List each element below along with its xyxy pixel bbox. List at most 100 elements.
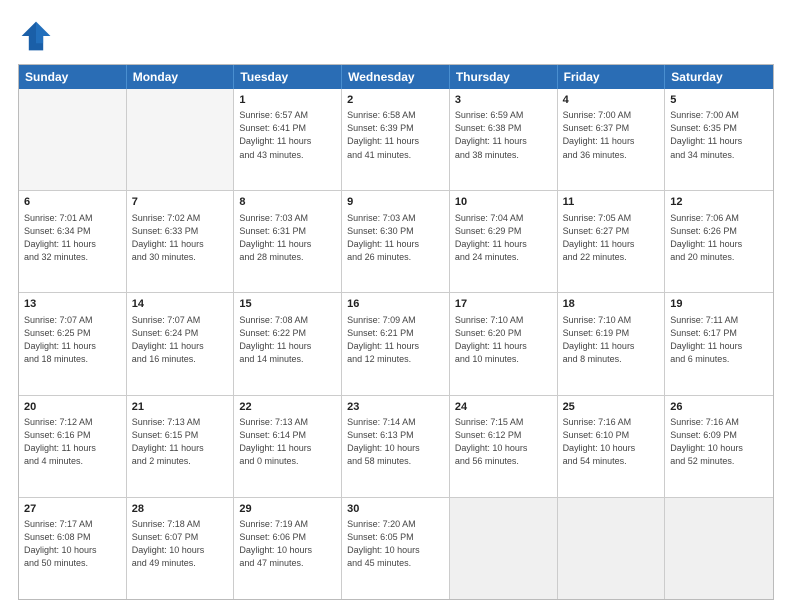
calendar-cell: 7Sunrise: 7:02 AM Sunset: 6:33 PM Daylig…: [127, 191, 235, 292]
day-detail: Sunrise: 7:10 AM Sunset: 6:20 PM Dayligh…: [455, 314, 552, 366]
day-number: 14: [132, 297, 229, 312]
calendar-cell: 12 Sunrise: 7:06 AM Sunset: 6:26 PM Dayli…: [665, 191, 773, 292]
day-number: 3: [455, 93, 552, 108]
calendar-cell: 30Sunrise: 7:20 AM Sunset: 6:05 PM Dayli…: [342, 498, 450, 599]
day-detail: Sunrise: 7:11 AM Sunset: 6:17 PM Dayligh…: [670, 314, 768, 366]
calendar-header-cell: Monday: [127, 65, 235, 89]
calendar-cell: 5Sunrise: 7:00 AM Sunset: 6:35 PM Daylig…: [665, 89, 773, 190]
day-detail: Sunrise: 7:03 AM Sunset: 6:30 PM Dayligh…: [347, 212, 444, 264]
day-number: 19: [670, 297, 768, 312]
calendar-cell: 22Sunrise: 7:13 AM Sunset: 6:14 PM Dayli…: [234, 396, 342, 497]
calendar-cell: 4Sunrise: 7:00 AM Sunset: 6:37 PM Daylig…: [558, 89, 666, 190]
day-detail: Sunrise: 7:14 AM Sunset: 6:13 PM Dayligh…: [347, 416, 444, 468]
day-number: 9: [347, 195, 444, 210]
day-detail: Sunrise: 7:13 AM Sunset: 6:14 PM Dayligh…: [239, 416, 336, 468]
calendar-cell: [558, 498, 666, 599]
calendar-cell: 21Sunrise: 7:13 AM Sunset: 6:15 PM Dayli…: [127, 396, 235, 497]
day-detail: Sunrise: 7:20 AM Sunset: 6:05 PM Dayligh…: [347, 518, 444, 570]
day-detail: Sunrise: 7:16 AM Sunset: 6:10 PM Dayligh…: [563, 416, 660, 468]
day-number: 1: [239, 93, 336, 108]
calendar-row: 13 Sunrise: 7:07 AM Sunset: 6:25 PM Dayli…: [19, 292, 773, 394]
calendar-cell: [127, 89, 235, 190]
day-detail: Sunrise: 7:01 AM Sunset: 6:34 PM Dayligh…: [24, 212, 121, 264]
day-number: 2: [347, 93, 444, 108]
calendar-body: 1Sunrise: 6:57 AM Sunset: 6:41 PM Daylig…: [19, 89, 773, 599]
day-number: 8: [239, 195, 336, 210]
calendar-cell: [450, 498, 558, 599]
day-number: 27: [24, 502, 121, 517]
day-detail: Sunrise: 7:16 AM Sunset: 6:09 PM Dayligh…: [670, 416, 768, 468]
calendar-header-cell: Thursday: [450, 65, 558, 89]
calendar-cell: 17Sunrise: 7:10 AM Sunset: 6:20 PM Dayli…: [450, 293, 558, 394]
calendar-cell: 26Sunrise: 7:16 AM Sunset: 6:09 PM Dayli…: [665, 396, 773, 497]
calendar-cell: 11 Sunrise: 7:05 AM Sunset: 6:27 PM Dayli…: [558, 191, 666, 292]
calendar-cell: 20Sunrise: 7:12 AM Sunset: 6:16 PM Dayli…: [19, 396, 127, 497]
day-number: 11: [563, 195, 660, 210]
day-detail: Sunrise: 7:13 AM Sunset: 6:15 PM Dayligh…: [132, 416, 229, 468]
day-number: 30: [347, 502, 444, 517]
day-detail: Sunrise: 7:12 AM Sunset: 6:16 PM Dayligh…: [24, 416, 121, 468]
day-detail: Sunrise: 7:05 AM Sunset: 6:27 PM Dayligh…: [563, 212, 660, 264]
day-number: 16: [347, 297, 444, 312]
logo-icon: [18, 18, 54, 54]
day-detail: Sunrise: 7:02 AM Sunset: 6:33 PM Dayligh…: [132, 212, 229, 264]
page: SundayMondayTuesdayWednesdayThursdayFrid…: [0, 0, 792, 612]
day-number: 25: [563, 400, 660, 415]
calendar-header-cell: Saturday: [665, 65, 773, 89]
day-number: 15: [239, 297, 336, 312]
calendar-cell: 25Sunrise: 7:16 AM Sunset: 6:10 PM Dayli…: [558, 396, 666, 497]
day-detail: Sunrise: 7:00 AM Sunset: 6:35 PM Dayligh…: [670, 109, 768, 161]
day-detail: Sunrise: 7:18 AM Sunset: 6:07 PM Dayligh…: [132, 518, 229, 570]
day-number: 22: [239, 400, 336, 415]
calendar-cell: 14Sunrise: 7:07 AM Sunset: 6:24 PM Dayli…: [127, 293, 235, 394]
calendar-cell: 9 Sunrise: 7:03 AM Sunset: 6:30 PM Daylig…: [342, 191, 450, 292]
day-detail: Sunrise: 7:07 AM Sunset: 6:25 PM Dayligh…: [24, 314, 121, 366]
day-number: 12: [670, 195, 768, 210]
day-number: 5: [670, 93, 768, 108]
day-detail: Sunrise: 7:04 AM Sunset: 6:29 PM Dayligh…: [455, 212, 552, 264]
day-detail: Sunrise: 6:57 AM Sunset: 6:41 PM Dayligh…: [239, 109, 336, 161]
day-number: 26: [670, 400, 768, 415]
day-number: 10: [455, 195, 552, 210]
day-number: 4: [563, 93, 660, 108]
logo: [18, 18, 60, 54]
day-number: 18: [563, 297, 660, 312]
calendar-cell: [19, 89, 127, 190]
calendar-cell: 8Sunrise: 7:03 AM Sunset: 6:31 PM Daylig…: [234, 191, 342, 292]
calendar-cell: 6 Sunrise: 7:01 AM Sunset: 6:34 PM Daylig…: [19, 191, 127, 292]
day-detail: Sunrise: 7:19 AM Sunset: 6:06 PM Dayligh…: [239, 518, 336, 570]
calendar-cell: 1Sunrise: 6:57 AM Sunset: 6:41 PM Daylig…: [234, 89, 342, 190]
calendar-header-cell: Tuesday: [234, 65, 342, 89]
day-number: 23: [347, 400, 444, 415]
calendar-header-row: SundayMondayTuesdayWednesdayThursdayFrid…: [19, 65, 773, 89]
day-detail: Sunrise: 7:06 AM Sunset: 6:26 PM Dayligh…: [670, 212, 768, 264]
day-detail: Sunrise: 7:09 AM Sunset: 6:21 PM Dayligh…: [347, 314, 444, 366]
header: [18, 18, 774, 54]
day-number: 24: [455, 400, 552, 415]
day-detail: Sunrise: 7:15 AM Sunset: 6:12 PM Dayligh…: [455, 416, 552, 468]
day-detail: Sunrise: 7:00 AM Sunset: 6:37 PM Dayligh…: [563, 109, 660, 161]
day-detail: Sunrise: 7:08 AM Sunset: 6:22 PM Dayligh…: [239, 314, 336, 366]
calendar-cell: 29Sunrise: 7:19 AM Sunset: 6:06 PM Dayli…: [234, 498, 342, 599]
calendar-cell: 19 Sunrise: 7:11 AM Sunset: 6:17 PM Dayli…: [665, 293, 773, 394]
calendar-cell: 2Sunrise: 6:58 AM Sunset: 6:39 PM Daylig…: [342, 89, 450, 190]
day-detail: Sunrise: 6:59 AM Sunset: 6:38 PM Dayligh…: [455, 109, 552, 161]
day-detail: Sunrise: 6:58 AM Sunset: 6:39 PM Dayligh…: [347, 109, 444, 161]
day-number: 6: [24, 195, 121, 210]
calendar-cell: 15 Sunrise: 7:08 AM Sunset: 6:22 PM Dayli…: [234, 293, 342, 394]
calendar-cell: 10 Sunrise: 7:04 AM Sunset: 6:29 PM Dayli…: [450, 191, 558, 292]
calendar-cell: 27Sunrise: 7:17 AM Sunset: 6:08 PM Dayli…: [19, 498, 127, 599]
calendar-cell: 13 Sunrise: 7:07 AM Sunset: 6:25 PM Dayli…: [19, 293, 127, 394]
calendar-header-cell: Friday: [558, 65, 666, 89]
calendar-header-cell: Wednesday: [342, 65, 450, 89]
calendar-cell: 3Sunrise: 6:59 AM Sunset: 6:38 PM Daylig…: [450, 89, 558, 190]
day-number: 20: [24, 400, 121, 415]
calendar-cell: 16 Sunrise: 7:09 AM Sunset: 6:21 PM Dayli…: [342, 293, 450, 394]
calendar-row: 1Sunrise: 6:57 AM Sunset: 6:41 PM Daylig…: [19, 89, 773, 190]
day-number: 13: [24, 297, 121, 312]
day-number: 28: [132, 502, 229, 517]
calendar-cell: 28Sunrise: 7:18 AM Sunset: 6:07 PM Dayli…: [127, 498, 235, 599]
day-number: 21: [132, 400, 229, 415]
calendar-row: 6 Sunrise: 7:01 AM Sunset: 6:34 PM Daylig…: [19, 190, 773, 292]
calendar-cell: 18Sunrise: 7:10 AM Sunset: 6:19 PM Dayli…: [558, 293, 666, 394]
